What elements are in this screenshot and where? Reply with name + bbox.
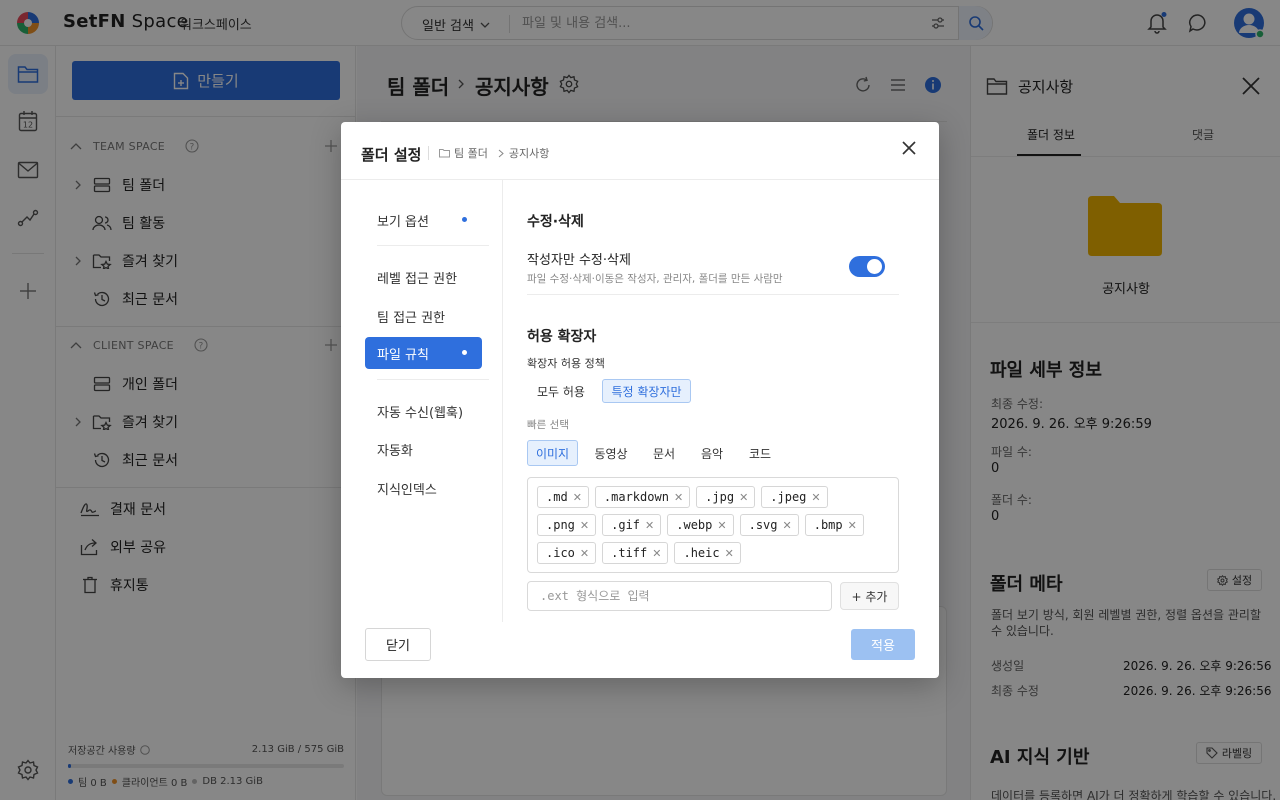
remove-icon[interactable]: ✕ bbox=[811, 491, 820, 504]
tab-label: 보기 옵션 bbox=[377, 214, 429, 230]
modal-title: 폴더 설정 bbox=[361, 146, 422, 164]
remove-icon[interactable]: ✕ bbox=[717, 519, 726, 532]
section-edit-delete: 수정·삭제 bbox=[527, 214, 584, 230]
extension-chip: .md ✕ bbox=[537, 486, 589, 508]
extension-text: .gif bbox=[611, 518, 641, 532]
divider bbox=[341, 179, 939, 180]
remove-icon[interactable]: ✕ bbox=[725, 547, 734, 560]
extension-chip: .webp ✕ bbox=[667, 514, 734, 536]
remove-icon[interactable]: ✕ bbox=[580, 547, 589, 560]
extension-chip: .jpeg ✕ bbox=[761, 486, 828, 508]
tab-knowledge-index[interactable]: 지식인덱스 bbox=[365, 472, 482, 504]
toggle-knob bbox=[867, 259, 882, 274]
quick-music[interactable]: 음악 bbox=[692, 440, 732, 466]
quick-document[interactable]: 문서 bbox=[644, 440, 684, 466]
modal-breadcrumb: 팀 폴더 공지사항 bbox=[439, 145, 549, 161]
extension-text: .heic bbox=[683, 546, 720, 560]
section-allowed-extensions: 허용 확장자 bbox=[527, 329, 597, 345]
tab-label: 레벨 접근 권한 bbox=[377, 271, 458, 287]
quick-image[interactable]: 이미지 bbox=[527, 440, 578, 466]
quick-select-label: 빠른 선택 bbox=[527, 419, 569, 431]
extension-chip: .markdown ✕ bbox=[594, 486, 691, 508]
chevron-right-icon bbox=[498, 149, 504, 157]
tab-file-rules[interactable]: 파일 규칙 bbox=[365, 337, 482, 369]
extension-text: .bmp bbox=[813, 518, 843, 532]
divider bbox=[377, 379, 489, 380]
tab-label: 지식인덱스 bbox=[377, 482, 437, 498]
extension-chip: .jpg ✕ bbox=[696, 486, 756, 508]
tab-team-access[interactable]: 팀 접근 권한 bbox=[365, 300, 482, 332]
tab-label: 파일 규칙 bbox=[377, 347, 429, 363]
divider bbox=[502, 180, 503, 622]
author-only-toggle[interactable] bbox=[849, 256, 885, 277]
add-extension-label: + 추가 bbox=[851, 589, 888, 604]
policy-label: 확장자 허용 정책 bbox=[527, 357, 605, 370]
tab-label: 자동 수신(웹훅) bbox=[377, 405, 464, 421]
extension-chip: .svg ✕ bbox=[739, 514, 799, 536]
divider bbox=[527, 294, 899, 295]
status-dot bbox=[462, 350, 467, 355]
extension-text: .tiff bbox=[611, 546, 648, 560]
close-icon bbox=[902, 141, 916, 155]
extension-chip: .heic ✕ bbox=[674, 542, 741, 564]
policy-specific-only[interactable]: 특정 확장자만 bbox=[602, 379, 691, 403]
close-button[interactable]: 닫기 bbox=[365, 628, 431, 661]
extension-chip: .tiff ✕ bbox=[602, 542, 669, 564]
close-label: 닫기 bbox=[386, 639, 410, 654]
folder-icon bbox=[439, 149, 450, 158]
policy-allow-all[interactable]: 모두 허용 bbox=[527, 379, 595, 403]
extension-input[interactable] bbox=[527, 581, 832, 611]
apply-button[interactable]: 적용 bbox=[851, 629, 915, 660]
remove-icon[interactable]: ✕ bbox=[580, 519, 589, 532]
remove-icon[interactable]: ✕ bbox=[848, 519, 857, 532]
extension-chip: .bmp ✕ bbox=[804, 514, 864, 536]
extension-text: .markdown bbox=[603, 490, 669, 504]
tab-level-access[interactable]: 레벨 접근 권한 bbox=[365, 261, 482, 293]
status-dot bbox=[462, 217, 467, 222]
toggle-description: 파일 수정·삭제·이동은 작성자, 관리자, 폴더를 만든 사람만 bbox=[527, 273, 783, 285]
folder-settings-modal: 폴더 설정 팀 폴더 공지사항 보기 옵션 레벨 접근 권한 팀 접근 권한 파… bbox=[341, 122, 939, 678]
remove-icon[interactable]: ✕ bbox=[783, 519, 792, 532]
extension-text: .ico bbox=[546, 546, 575, 560]
tab-webhook[interactable]: 자동 수신(웹훅) bbox=[365, 395, 482, 427]
add-extension-button[interactable]: + 추가 bbox=[840, 582, 899, 610]
tab-label: 팀 접근 권한 bbox=[377, 310, 446, 326]
extension-chip: .ico ✕ bbox=[537, 542, 597, 564]
remove-icon[interactable]: ✕ bbox=[739, 491, 748, 504]
extension-chip: .png ✕ bbox=[537, 514, 597, 536]
modal-close-button[interactable] bbox=[900, 139, 918, 157]
extension-text: .jpeg bbox=[770, 490, 807, 504]
modal-breadcrumb-current: 공지사항 bbox=[508, 147, 550, 160]
extension-text: .svg bbox=[748, 518, 778, 532]
divider bbox=[377, 245, 489, 246]
tab-view-options[interactable]: 보기 옵션 bbox=[365, 204, 482, 236]
toggle-label: 작성자만 수정·삭제 bbox=[527, 253, 631, 268]
tab-label: 자동화 bbox=[377, 443, 413, 459]
remove-icon[interactable]: ✕ bbox=[674, 491, 683, 504]
remove-icon[interactable]: ✕ bbox=[652, 547, 661, 560]
remove-icon[interactable]: ✕ bbox=[645, 519, 654, 532]
extension-list: .md ✕ .markdown ✕ .jpg ✕ .jpeg ✕ .png ✕ .gif ✕… bbox=[527, 477, 899, 573]
quick-video[interactable]: 동영상 bbox=[587, 440, 635, 466]
divider bbox=[428, 146, 429, 160]
extension-text: .png bbox=[546, 518, 575, 532]
extension-chip: .gif ✕ bbox=[602, 514, 662, 536]
extension-text: .webp bbox=[676, 518, 713, 532]
extension-text: .md bbox=[546, 490, 568, 504]
modal-breadcrumb-root: 팀 폴더 bbox=[454, 147, 488, 160]
tab-automation[interactable]: 자동화 bbox=[365, 433, 482, 465]
remove-icon[interactable]: ✕ bbox=[573, 491, 582, 504]
apply-label: 적용 bbox=[871, 639, 895, 654]
quick-code[interactable]: 코드 bbox=[740, 440, 780, 466]
extension-text: .jpg bbox=[705, 490, 735, 504]
